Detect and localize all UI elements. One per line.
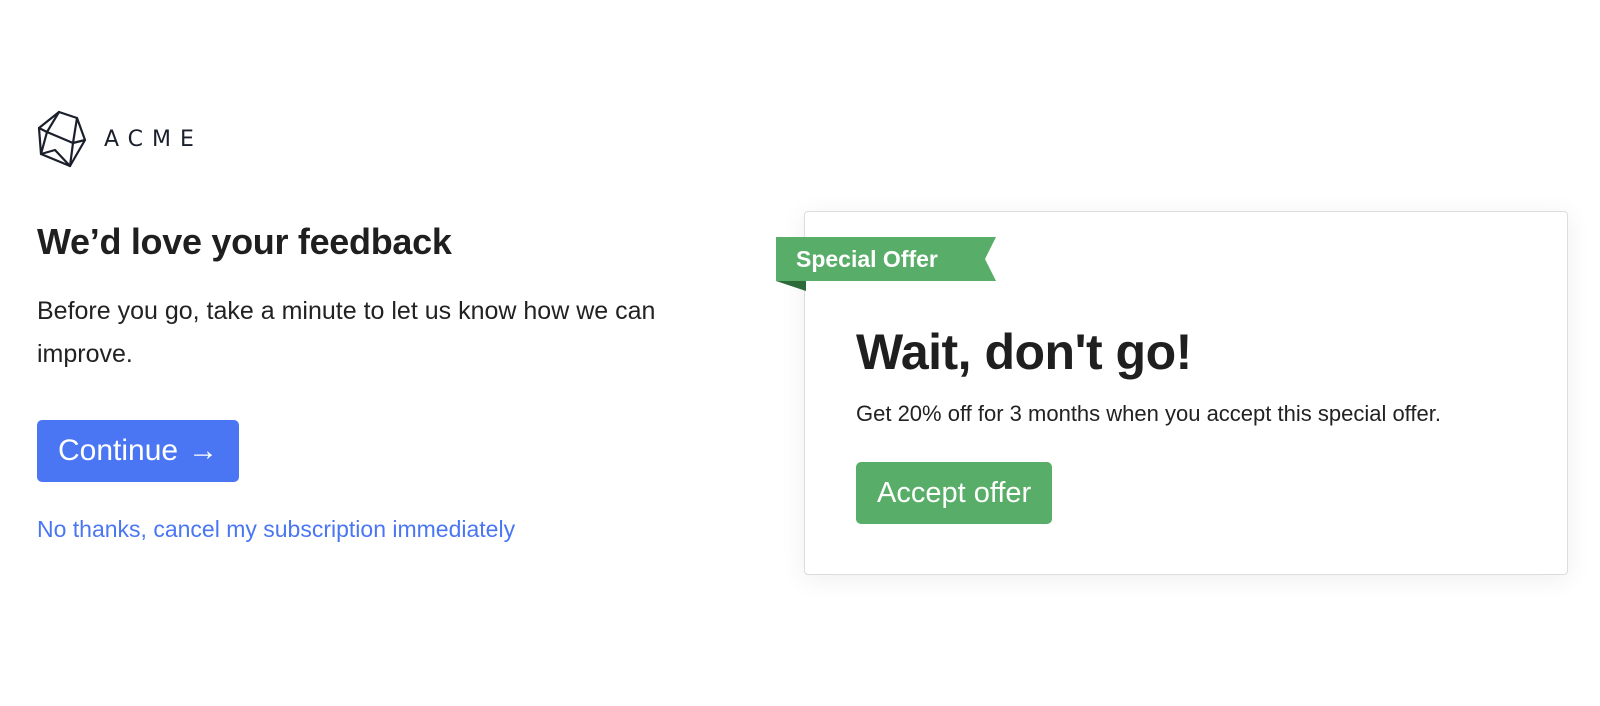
accept-offer-button[interactable]: Accept offer — [856, 462, 1053, 524]
ribbon-fold — [776, 281, 806, 291]
offer-title: Wait, don't go! — [856, 324, 1192, 380]
feedback-subtext: Before you go, take a minute to let us k… — [37, 297, 656, 368]
continue-button[interactable]: Continue → — [37, 420, 240, 482]
cube-logo-icon — [37, 110, 87, 168]
feedback-heading: We’d love your feedback — [37, 221, 452, 262]
brand-name: ACME — [104, 126, 203, 152]
arrow-right-icon: → — [188, 434, 219, 467]
brand: ACME — [37, 110, 737, 168]
offer-description: Get 20% off for 3 months when you accept… — [856, 401, 1441, 426]
special-offer-ribbon: Special Offer — [776, 237, 996, 281]
continue-button-label: Continue — [58, 434, 179, 467]
special-offer-card: Special Offer Wait, don't go! Get 20% of… — [776, 211, 1568, 575]
feedback-panel: ACME We’d love your feedback Before you … — [37, 110, 737, 543]
cancel-subscription-link[interactable]: No thanks, cancel my subscription immedi… — [37, 516, 737, 543]
